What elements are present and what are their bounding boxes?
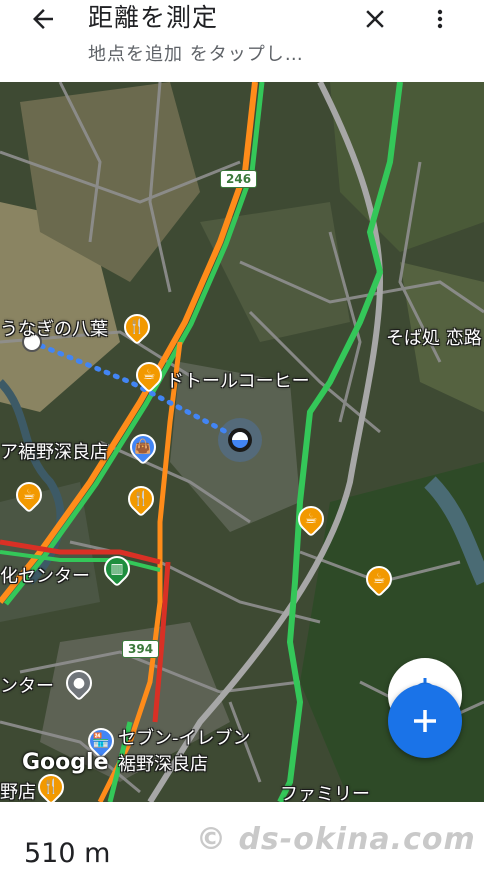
top-app-bar: 距離を測定 地点を追加 をタップし… xyxy=(0,0,484,82)
poi-label-seven-branch[interactable]: 裾野深良店 xyxy=(118,750,208,776)
poi-label-center2[interactable]: ンター xyxy=(0,672,54,698)
measurement-panel: 510 m © ds-okina.com xyxy=(0,802,484,880)
more-options-icon[interactable] xyxy=(428,4,452,34)
poi-label-center1[interactable]: 化センター xyxy=(0,562,90,588)
poi-label-seven[interactable]: セブン-イレブン xyxy=(118,724,251,750)
close-icon[interactable] xyxy=(360,4,390,34)
page-subtitle: 地点を追加 をタップし… xyxy=(88,44,304,65)
watermark: © ds-okina.com xyxy=(196,822,476,857)
back-arrow-icon[interactable] xyxy=(28,4,58,34)
page-title: 距離を測定 xyxy=(88,3,219,32)
poi-label-soba[interactable]: そば処 恋路 xyxy=(386,324,482,350)
poi-label-unagi[interactable]: うなぎの八葉 xyxy=(0,315,108,341)
google-attribution: Google xyxy=(22,750,109,775)
plus-icon xyxy=(414,710,436,732)
poi-label-doutor[interactable]: ドトールコーヒー xyxy=(166,367,310,393)
poi-label-bottom-left[interactable]: 野店 xyxy=(0,778,36,802)
route-badge-246: 246 xyxy=(220,170,258,188)
add-point-button[interactable] xyxy=(388,684,462,758)
poi-label-family[interactable]: ファミリー xyxy=(280,780,370,802)
poi-label-susono-shop[interactable]: ア裾野深良店 xyxy=(0,438,108,464)
route-badge-394: 394 xyxy=(122,640,160,658)
total-distance: 510 m xyxy=(24,838,111,869)
